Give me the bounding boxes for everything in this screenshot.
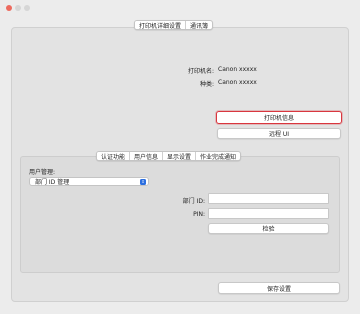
printer-type-label: 种类: <box>199 81 214 88</box>
department-id-field[interactable] <box>208 193 329 204</box>
minimize-window-button[interactable] <box>15 5 21 11</box>
remote-ui-button[interactable]: 远程 UI <box>217 128 341 139</box>
department-id-label: 部门 ID: <box>182 198 205 205</box>
pin-field[interactable] <box>208 208 329 219</box>
tab-printer-detail-settings[interactable]: 打印机详细设置 <box>135 21 186 29</box>
printer-name-label: 打印机名: <box>187 68 214 75</box>
top-tab-bar: 打印机详细设置 通讯簿 <box>134 20 214 30</box>
user-management-selected-value: 部门 ID 管理 <box>35 179 70 186</box>
maximize-window-button[interactable] <box>24 5 30 11</box>
tab-address-book[interactable]: 通讯簿 <box>185 21 212 29</box>
save-settings-button[interactable]: 保存设置 <box>218 282 340 294</box>
printer-info-button[interactable]: 打印机信息 <box>216 111 342 124</box>
tab-user-info[interactable]: 用户信息 <box>129 152 162 160</box>
tab-authentication[interactable]: 认证功能 <box>97 152 130 160</box>
tab-job-completion-notice[interactable]: 作业完成通知 <box>195 152 240 160</box>
verify-button[interactable]: 检验 <box>208 223 329 234</box>
printer-name-value: Canon xxxxx <box>218 66 257 73</box>
user-management-select[interactable]: 部门 ID 管理 ⇕ <box>29 177 149 186</box>
printer-type-value: Canon xxxxx <box>218 79 257 86</box>
user-management-label: 用户管理: <box>29 169 56 176</box>
close-window-button[interactable] <box>6 5 12 11</box>
pin-label: PIN: <box>193 211 205 218</box>
inner-tab-bar: 认证功能 用户信息 显示设置 作业完成通知 <box>96 151 242 161</box>
window: 打印机详细设置 通讯簿 打印机名: Canon xxxxx 种类: Canon … <box>0 0 360 314</box>
tab-display-settings[interactable]: 显示设置 <box>162 152 195 160</box>
chevron-updown-icon: ⇕ <box>140 179 146 185</box>
